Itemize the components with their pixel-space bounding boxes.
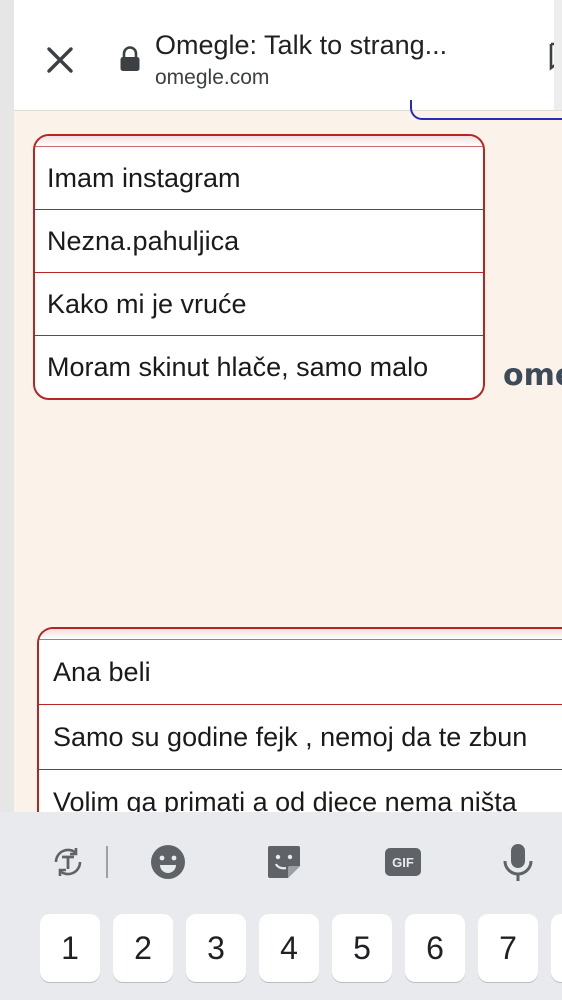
key-8-partial[interactable]	[551, 914, 562, 982]
list-item: Ana beli	[39, 640, 562, 705]
list-item: Kako mi je vruće	[35, 273, 483, 336]
message-card-2: Ana beli Samo su godine fejk , nemoj da …	[37, 627, 562, 831]
gif-icon[interactable]: GIF	[383, 842, 423, 882]
toolbar-divider	[106, 846, 108, 878]
text-scan-icon[interactable]	[48, 842, 88, 882]
page-title[interactable]: Omegle: Talk to strang...	[155, 30, 515, 61]
list-item: Moram skinut hlače, samo malo	[47, 352, 429, 382]
card-header-strip	[39, 629, 562, 640]
emoji-icon[interactable]	[148, 842, 188, 882]
close-icon	[47, 47, 73, 73]
lock-icon	[118, 46, 142, 72]
key-5[interactable]: 5	[332, 914, 392, 982]
key-3[interactable]: 3	[186, 914, 246, 982]
message-card-1: Imam instagram Nezna.pahuljica Kako mi j…	[33, 134, 485, 400]
key-4[interactable]: 4	[259, 914, 319, 982]
gif-label: GIF	[392, 855, 414, 870]
on-screen-keyboard: GIF 1 2 3 4 5 6 7	[0, 812, 562, 1000]
list-item: Samo su godine fejk , nemoj da te zbun	[39, 705, 562, 770]
list-item: Imam instagram	[35, 147, 483, 210]
key-2[interactable]: 2	[113, 914, 173, 982]
close-button[interactable]	[42, 42, 78, 78]
card-header-strip	[35, 136, 483, 147]
key-1[interactable]: 1	[40, 914, 100, 982]
sticker-icon[interactable]	[264, 842, 304, 882]
omegle-logo-partial: ome	[503, 358, 562, 393]
browser-top-bar: Omegle: Talk to strang... omegle.com	[14, 0, 562, 111]
microphone-icon[interactable]	[498, 842, 538, 882]
key-7[interactable]: 7	[478, 914, 538, 982]
key-6[interactable]: 6	[405, 914, 465, 982]
list-item: Nezna.pahuljica	[35, 210, 483, 273]
page-url[interactable]: omegle.com	[155, 66, 269, 90]
screen-right-edge	[554, 0, 562, 110]
keyboard-toolbar: GIF	[0, 812, 562, 912]
embedded-box-edge	[410, 100, 562, 120]
